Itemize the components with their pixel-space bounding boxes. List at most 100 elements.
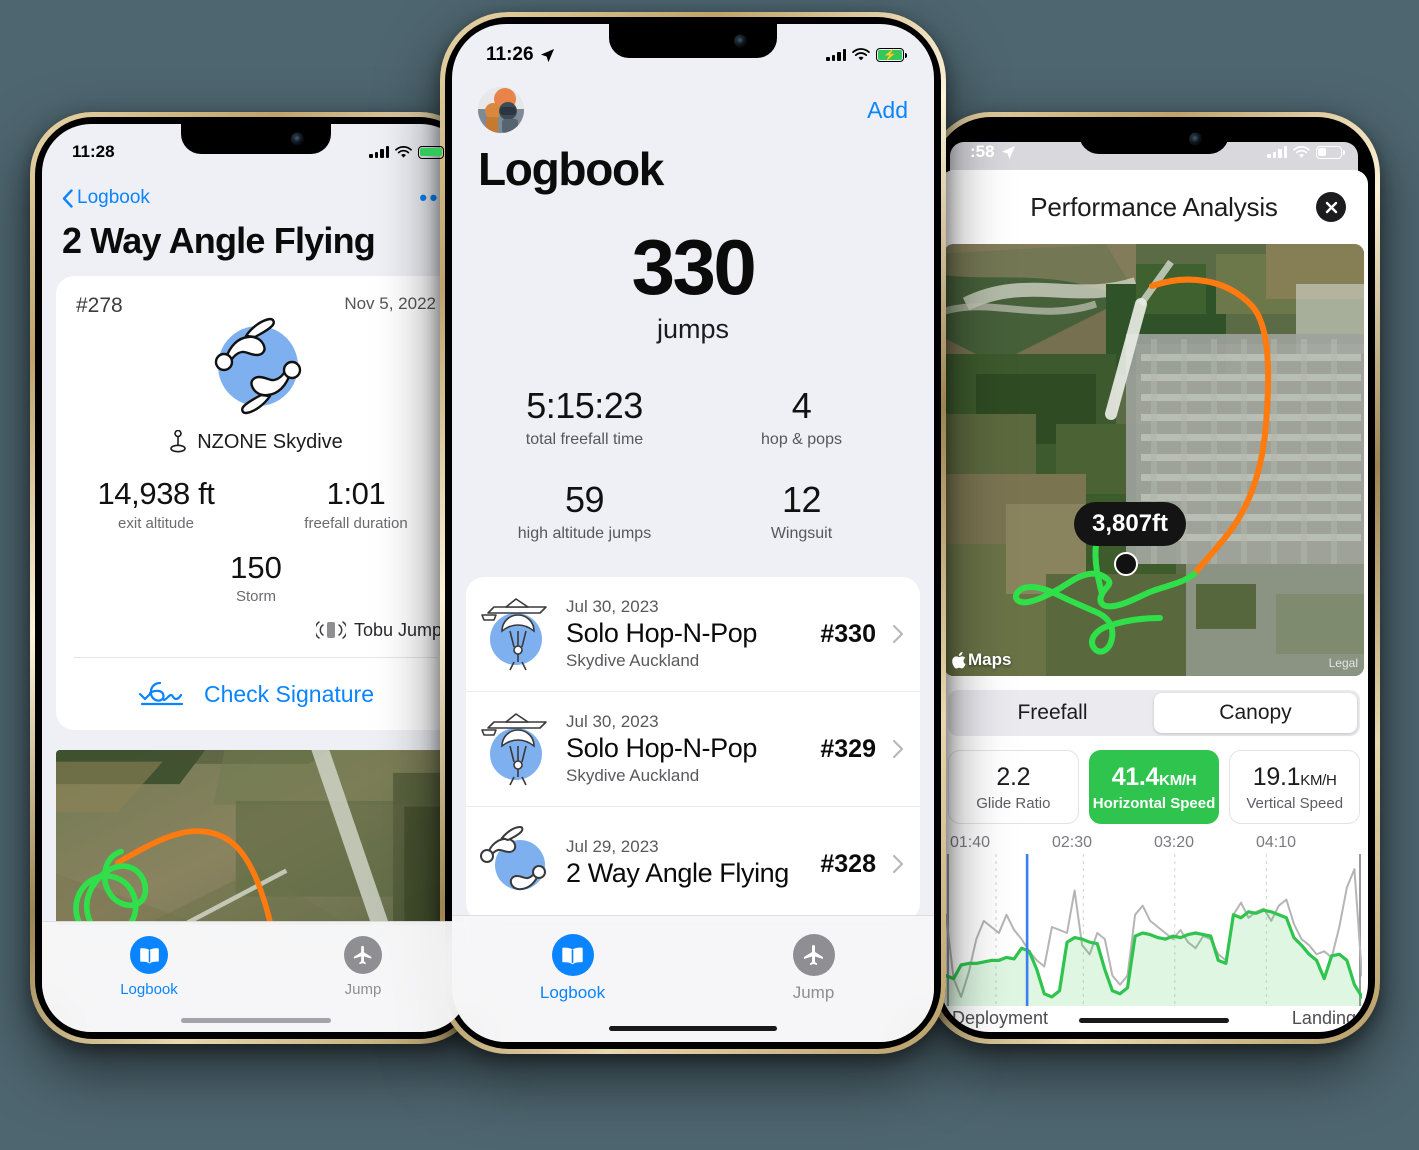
signature-icon bbox=[138, 681, 184, 706]
stat-value: 14,938 ft bbox=[97, 476, 215, 511]
stat-label: exit altitude bbox=[118, 515, 194, 532]
metric-value: 2.2 bbox=[996, 762, 1031, 791]
x-tick: 03:20 bbox=[1154, 834, 1195, 851]
status-time: 11:28 bbox=[72, 142, 115, 161]
segment-freefall[interactable]: Freefall bbox=[951, 693, 1154, 733]
stat-value: 12 bbox=[781, 479, 822, 520]
stat-value: 59 bbox=[564, 479, 605, 520]
chevron-right-icon bbox=[892, 624, 904, 644]
total-jumps-count: 330 bbox=[631, 223, 757, 311]
flight-track-map[interactable]: 3,807ft Maps Legal bbox=[944, 244, 1364, 676]
jump-title: 2 Way Angle Flying bbox=[566, 858, 789, 888]
tab-logbook-label: Logbook bbox=[539, 983, 606, 1002]
metrics-row: 2.2 Glide Ratio 41.4KM/H Horizontal Spee… bbox=[948, 750, 1361, 824]
map-legal-link[interactable]: Legal bbox=[1329, 656, 1358, 670]
chevron-right-icon bbox=[892, 739, 904, 759]
stat-label: high altitude jumps bbox=[517, 525, 652, 542]
altitude-callout: 3,807ft bbox=[1074, 502, 1187, 546]
chart-canvas bbox=[944, 854, 1364, 1006]
altitude-marker-dot bbox=[1114, 552, 1138, 576]
x-tick: 04:10 bbox=[1256, 834, 1297, 851]
tab-jump[interactable]: Jump bbox=[693, 934, 934, 1003]
list-item[interactable]: Jul 30, 2023 Solo Hop-N-Pop Skydive Auck… bbox=[466, 577, 920, 691]
wifi-icon bbox=[395, 145, 412, 158]
screen-right: :58 Performance Analysis 3,807ft Maps Le… bbox=[940, 124, 1368, 1032]
stat-label: Storm bbox=[235, 588, 276, 605]
canopy-icon bbox=[476, 591, 562, 677]
tab-bar-left: Logbook Jump bbox=[42, 921, 470, 1032]
check-signature-label: Check Signature bbox=[203, 680, 375, 707]
apple-logo-icon bbox=[952, 651, 966, 669]
stat-canopy: 150 Storm bbox=[56, 532, 456, 605]
add-button[interactable]: Add bbox=[867, 97, 908, 124]
back-button[interactable]: Logbook bbox=[62, 187, 150, 209]
stat-label: total freefall time bbox=[525, 431, 644, 448]
screenshot-stage: 11:28 Logbook ••• 2 Way Angle Flying #27… bbox=[0, 0, 1419, 1150]
segment-canopy[interactable]: Canopy bbox=[1154, 693, 1357, 733]
list-item[interactable]: Jul 30, 2023 Solo Hop-N-Pop Skydive Auck… bbox=[466, 691, 920, 806]
cellular-bars-icon bbox=[826, 49, 846, 61]
phone-left: 11:28 Logbook ••• 2 Way Angle Flying #27… bbox=[30, 112, 482, 1044]
x-tick: 02:30 bbox=[1052, 834, 1093, 851]
metric-glide-ratio[interactable]: 2.2 Glide Ratio bbox=[948, 750, 1079, 824]
metric-unit: KM/H bbox=[1300, 771, 1337, 789]
jump-title: Solo Hop-N-Pop bbox=[566, 733, 757, 763]
stat-high-altitude-jumps: 59 high altitude jumps bbox=[476, 479, 693, 543]
jump-detail-card: #278 Nov 5, 2022 NZONE Skydive 14,938 ft… bbox=[56, 276, 456, 730]
jump-date: Jul 30, 2023 bbox=[566, 712, 659, 731]
back-label: Logbook bbox=[77, 187, 150, 208]
metric-vertical-speed[interactable]: 19.1KM/H Vertical Speed bbox=[1229, 750, 1361, 824]
jump-number: #329 bbox=[820, 734, 876, 763]
phone-right: :58 Performance Analysis 3,807ft Maps Le… bbox=[928, 112, 1380, 1044]
tab-jump[interactable]: Jump bbox=[256, 936, 470, 998]
location-arrow-icon bbox=[1001, 145, 1015, 159]
canopy-icon bbox=[476, 706, 562, 792]
jump-title: Solo Hop-N-Pop bbox=[566, 618, 757, 648]
summary-stats-grid: 5:15:23 total freefall time 4 hop & pops… bbox=[452, 385, 934, 543]
wifi-icon bbox=[1293, 145, 1310, 158]
status-time: :58 bbox=[970, 142, 995, 161]
status-time: 11:26 bbox=[486, 44, 534, 65]
battery-charging-icon: ⚡ bbox=[876, 48, 907, 62]
chevron-right-icon bbox=[892, 854, 904, 874]
stat-value: 4 bbox=[791, 385, 812, 426]
center-content: Add Logbook 330 jumps 5:15:23 total free… bbox=[452, 24, 934, 921]
book-icon bbox=[130, 936, 168, 974]
stat-freefall-duration: 1:01 freefall duration bbox=[256, 476, 456, 532]
jump-map-thumbnail[interactable] bbox=[56, 750, 456, 925]
performance-chart[interactable] bbox=[944, 854, 1364, 1006]
status-bar-center: 11:26 ⚡ bbox=[452, 24, 934, 74]
phase-segmented-control[interactable]: Freefall Canopy bbox=[948, 690, 1360, 736]
tab-logbook[interactable]: Logbook bbox=[452, 934, 693, 1003]
jump-date: Nov 5, 2022 bbox=[344, 294, 436, 313]
check-signature-button[interactable]: Check Signature bbox=[56, 658, 456, 730]
screen-center: 11:26 ⚡ Add Logbook 330 jumps 5:15:23 to… bbox=[452, 24, 934, 1042]
dropzone-row: NZONE Skydive bbox=[56, 430, 456, 454]
home-indicator bbox=[181, 1018, 331, 1023]
close-circle-icon[interactable] bbox=[1316, 192, 1346, 222]
sheet-header: Performance Analysis bbox=[940, 170, 1368, 244]
battery-charging-icon bbox=[418, 145, 447, 159]
jump-date: Jul 30, 2023 bbox=[566, 597, 659, 616]
location-pin-icon bbox=[170, 430, 187, 453]
home-indicator bbox=[609, 1026, 777, 1031]
book-icon bbox=[551, 934, 594, 976]
jump-list: Jul 30, 2023 Solo Hop-N-Pop Skydive Auck… bbox=[466, 577, 920, 921]
chart-label-landing: Landing bbox=[1291, 1008, 1356, 1028]
stat-value: 5:15:23 bbox=[526, 385, 643, 426]
tab-logbook[interactable]: Logbook bbox=[42, 936, 256, 998]
jump-dropzone: Skydive Auckland bbox=[566, 766, 700, 785]
nav-bar-left: Logbook ••• bbox=[42, 176, 470, 220]
home-indicator bbox=[1079, 1018, 1229, 1023]
status-bar-right: :58 bbox=[940, 124, 1368, 170]
tab-jump-label: Jump bbox=[344, 981, 382, 998]
list-item[interactable]: Jul 29, 2023 2 Way Angle Flying #328 bbox=[466, 806, 920, 921]
stat-value: 1:01 bbox=[326, 476, 386, 511]
metric-horizontal-speed[interactable]: 41.4KM/H Horizontal Speed bbox=[1088, 750, 1220, 824]
metric-value: 19.1 bbox=[1252, 762, 1301, 791]
cellular-bars-icon bbox=[369, 146, 389, 158]
avatar[interactable] bbox=[478, 87, 524, 133]
satellite-map-image bbox=[944, 244, 1364, 676]
map-attribution: Maps bbox=[952, 650, 1011, 670]
jump-stats-row: 14,938 ft exit altitude 1:01 freefall du… bbox=[56, 454, 456, 532]
